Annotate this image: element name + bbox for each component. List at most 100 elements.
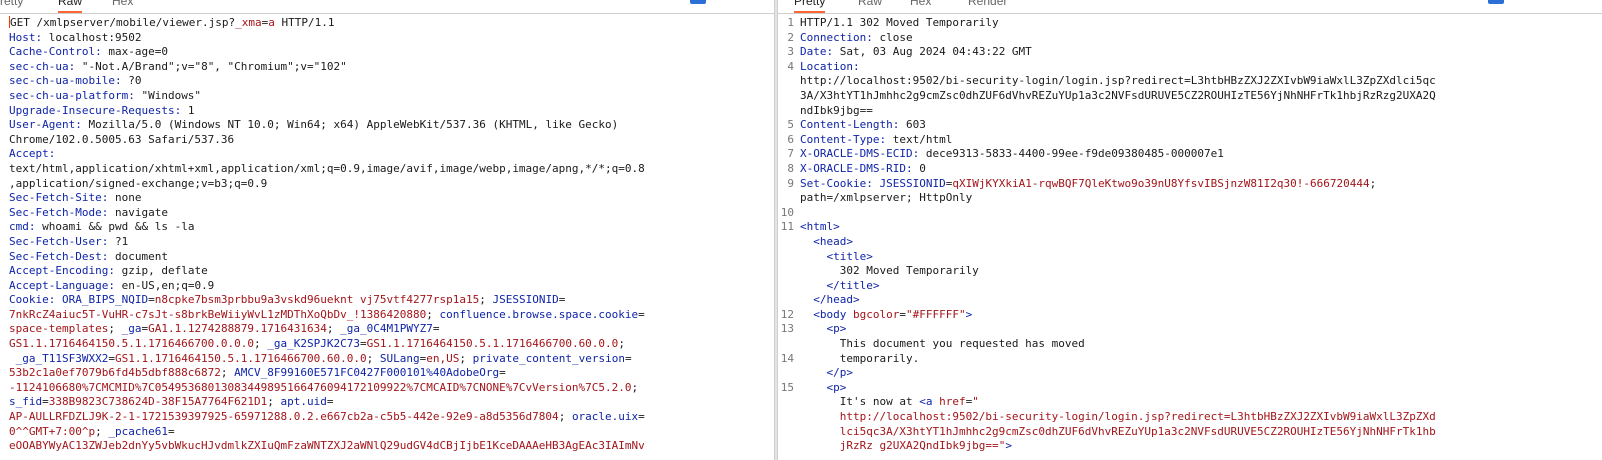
- response-line: 302 Moved Temporarily: [778, 264, 1602, 279]
- line-content: <html>: [800, 220, 840, 235]
- request-line: ,application/signed-exchange;v=b3;q=0.9: [9, 177, 774, 192]
- request-line: GS1.1.1716464150.5.1.1716466700.0.0.0; _…: [9, 337, 774, 352]
- cookie-value: GS1.1.1716464150.5.1.1716466700.0.0.0: [9, 337, 255, 351]
- html-tag: </p>: [826, 366, 854, 380]
- line-number: [778, 337, 800, 352]
- response-line: 9 Set-Cookie: JSESSIONID=qXIWjKYXkiA1-rqw…: [778, 177, 1602, 192]
- header-name: Content-Length:: [800, 118, 906, 132]
- tab-raw[interactable]: Raw: [58, 0, 83, 13]
- request-line: GET /xmlpserver/mobile/viewer.jsp?_xma=a…: [9, 16, 774, 31]
- text-span: "Windows": [141, 88, 202, 102]
- line-content: 3A/X3htYT1hJmhhc2g9cmZsc0dhZUF6dVhvREZuY…: [800, 89, 1436, 104]
- line-number: [778, 250, 800, 265]
- text-span: none: [114, 191, 142, 205]
- line-content: http://localhost:9502/bi-security-login/…: [800, 74, 1436, 89]
- response-line: jRzRz g2UXA2QndIbk9jbg==">: [778, 439, 1602, 454]
- tab-hex[interactable]: Hex: [910, 0, 931, 13]
- response-line: </head>: [778, 293, 1602, 308]
- html-tag: >: [965, 307, 973, 321]
- url-text: lci5qc3A/X3htYT1hJmhhc2g9cmZsc0dhZUF6dVh…: [800, 424, 1436, 438]
- header-name: Connection:: [800, 30, 880, 44]
- text-span: =: [432, 322, 440, 336]
- response-line: 3 Date: Sat, 03 Aug 2024 04:43:22 GMT: [778, 45, 1602, 60]
- tab-pretty[interactable]: Pretty: [0, 0, 23, 13]
- response-line: http://localhost:9502/bi-security-login/…: [778, 74, 1602, 89]
- response-line: 6 Content-Type: text/html: [778, 133, 1602, 148]
- newline-icon[interactable]: \n: [1518, 0, 1532, 4]
- cookie-value: GS1.1.1716464150.5.1.1716466700.60.0.0: [114, 351, 367, 365]
- text-span: 0: [919, 161, 926, 175]
- response-editor[interactable]: 1 HTTP/1.1 302 Moved Temporarily 2 Connecti…: [778, 16, 1602, 460]
- html-tag: <html>: [800, 220, 840, 234]
- line-content: http://localhost:9502/bi-security-login/…: [800, 410, 1436, 425]
- request-line: 0^^GMT+7:00^p; _pcache61=: [9, 425, 774, 440]
- header-name: Host:: [9, 30, 49, 44]
- tab-render[interactable]: Render: [968, 0, 1007, 13]
- response-line: </title>: [778, 279, 1602, 294]
- cookie-name: ORA_BIPS_NQID: [61, 293, 149, 307]
- line-content: Set-Cookie: JSESSIONID=qXIWjKYXkiA1-rqwB…: [800, 177, 1376, 192]
- text-span: [800, 366, 827, 379]
- tab-hex[interactable]: Hex: [112, 0, 133, 13]
- text-span: It's now at: [800, 395, 920, 409]
- text-span: gzip, deflate: [121, 264, 208, 278]
- text-span: http://localhost:9502/bi-security-login/…: [800, 74, 1436, 88]
- text-span: [800, 293, 813, 306]
- cookie-name: _ga_T11SF3WXX2: [9, 351, 109, 365]
- text-span: Chrome/102.0.5005.63 Safari/537.36: [9, 132, 235, 146]
- cookie-value: 7nkRcZ4aiuc5T-VuHR-c7sJt-s8brkBeWiiyWvL1…: [9, 307, 427, 321]
- line-content: <body bgcolor="#FFFFFF">: [800, 308, 972, 323]
- header-name: Content-Type:: [800, 132, 893, 146]
- line-number: [778, 425, 800, 440]
- request-pane: Pretty Raw Hex ≡ \n ☰ GET /xmlpserver/mo…: [0, 0, 774, 460]
- text-span: 1: [187, 103, 195, 117]
- header-name: User-Agent:: [9, 118, 89, 132]
- response-line: <title>: [778, 250, 1602, 265]
- text-span: =: [42, 395, 49, 409]
- response-line: 1 HTTP/1.1 302 Moved Temporarily: [778, 16, 1602, 31]
- request-line: 7nkRcZ4aiuc5T-VuHR-c7sJt-s8brkBeWiiyWvL1…: [9, 308, 774, 323]
- line-number: [778, 366, 800, 381]
- request-editor[interactable]: GET /xmlpserver/mobile/viewer.jsp?_xma=a…: [0, 16, 774, 460]
- menu-icon[interactable]: ☰: [1546, 0, 1560, 4]
- line-content: <p>: [800, 381, 847, 396]
- header-name: sec-ch-ua:: [9, 59, 82, 73]
- cookie-value: a: [268, 16, 275, 29]
- html-tag: <a: [919, 395, 940, 409]
- menu-icon[interactable]: ☰: [748, 0, 762, 4]
- html-attr-value: ": [972, 395, 979, 409]
- response-line: 8 X-ORACLE-DMS-RID: 0: [778, 162, 1602, 177]
- response-tabbar: Pretty Raw Hex Render ≡ \n ☰: [778, 0, 1602, 14]
- cookie-name: oracle.uix: [571, 410, 639, 424]
- line-content: This document you requested has moved: [800, 337, 1085, 352]
- line-number: 6: [787, 132, 794, 146]
- request-line: -1124106680%7CMCMID%7C054953680130834498…: [9, 381, 774, 396]
- text-span: =: [326, 395, 334, 409]
- wrap-lines-icon[interactable]: ≡: [1488, 0, 1504, 4]
- line-number: 4: [787, 59, 794, 73]
- wrap-lines-icon[interactable]: ≡: [690, 0, 706, 4]
- header-name: sec-ch-ua-mobile:: [9, 74, 129, 88]
- text-span: ;: [1369, 176, 1377, 190]
- text-span: =: [148, 293, 155, 307]
- request-line: sec-ch-ua-mobile: ?0: [9, 74, 774, 89]
- text-span: ?1: [114, 234, 129, 248]
- text-span: document: [114, 249, 168, 263]
- line-content: Content-Type: text/html: [800, 133, 952, 148]
- text-span: HTTP/1.1: [274, 16, 335, 29]
- text-span: path=/xmlpserver; HttpOnly: [800, 191, 973, 205]
- header-name: Date:: [800, 45, 840, 59]
- cookie-value: GS1.1.1716464150.5.1.1716466700.60.0.0: [366, 337, 619, 351]
- tab-pretty[interactable]: Pretty: [794, 0, 826, 13]
- line-number: 10: [780, 205, 794, 219]
- request-line: Upgrade-Insecure-Requests: 1: [9, 104, 774, 119]
- header-name: Accept-Language:: [9, 278, 122, 292]
- text-span: =: [167, 424, 175, 438]
- response-line: ndIbk9jbg==: [778, 104, 1602, 119]
- text-span: =: [624, 351, 632, 365]
- newline-icon[interactable]: \n: [720, 0, 734, 4]
- tab-raw[interactable]: Raw: [858, 0, 882, 13]
- line-content: </p>: [800, 366, 854, 381]
- request-line: Chrome/102.0.5005.63 Safari/537.36: [9, 133, 774, 148]
- header-name: sec-ch-ua-platform:: [9, 88, 142, 102]
